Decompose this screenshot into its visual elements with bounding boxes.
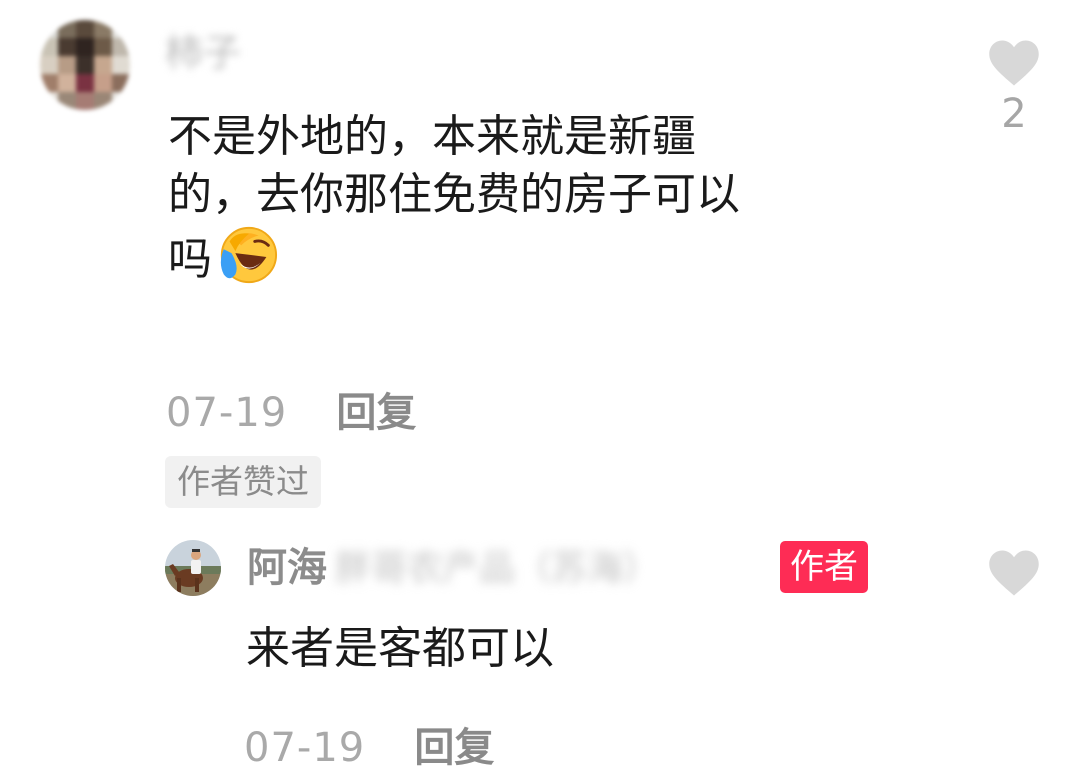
author-badge: 作者 bbox=[780, 541, 868, 593]
comment-date: 07-19 bbox=[166, 390, 288, 436]
reply-user-name-suffix: 胖哥农产品（苏海） bbox=[335, 548, 660, 589]
comment-text: 不是外地的，本来就是新疆 的，去你那住免费的房子可以 吗 bbox=[168, 108, 948, 289]
laugh-cry-emoji bbox=[220, 226, 278, 284]
heart-icon[interactable] bbox=[987, 548, 1041, 598]
reply-like-button[interactable] bbox=[984, 548, 1044, 602]
reply-reply-button[interactable]: 回复 bbox=[414, 725, 494, 771]
avatar-image bbox=[165, 540, 221, 596]
comment-text-line: 的，去你那住免费的房子可以 bbox=[168, 169, 740, 220]
reply-date: 07-19 bbox=[244, 725, 366, 771]
reply-user-name[interactable]: 阿海 bbox=[247, 542, 327, 594]
like-button[interactable]: 2 bbox=[984, 38, 1044, 136]
author-liked-badge: 作者赞过 bbox=[165, 456, 321, 508]
comment-user-name[interactable]: 柿子 bbox=[165, 30, 265, 76]
heart-icon[interactable] bbox=[987, 38, 1041, 88]
reply-avatar[interactable] bbox=[165, 540, 221, 596]
reply-button[interactable]: 回复 bbox=[336, 390, 416, 436]
comment-text-line: 不是外地的，本来就是新疆 bbox=[168, 111, 696, 162]
avatar[interactable] bbox=[40, 20, 130, 110]
comment-text-line: 吗 bbox=[168, 234, 212, 285]
like-count: 2 bbox=[1001, 91, 1027, 137]
reply-text: 来者是客都可以 bbox=[246, 623, 554, 674]
